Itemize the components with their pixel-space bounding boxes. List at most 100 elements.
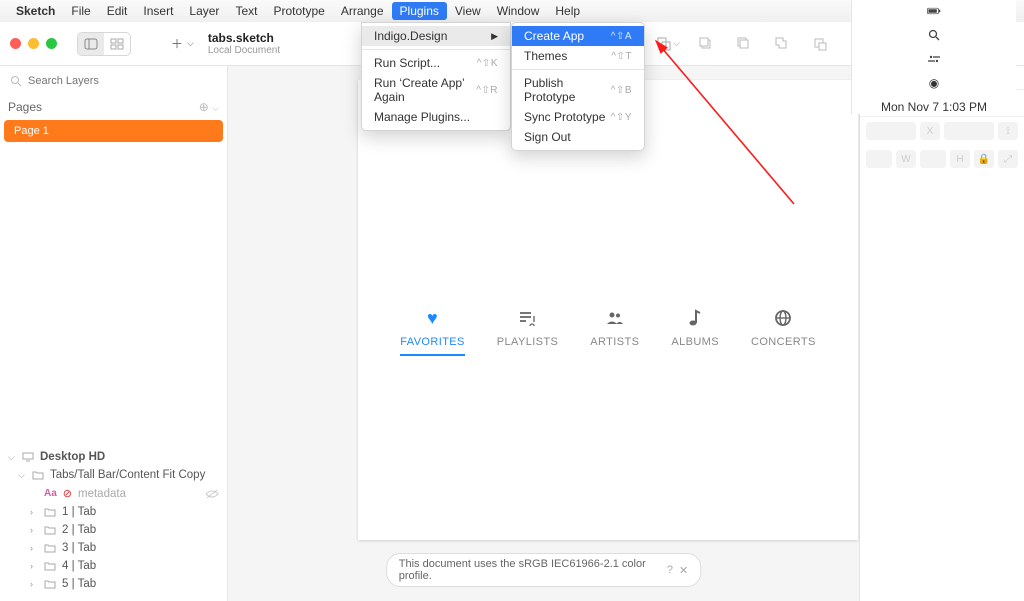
control-center-icon[interactable] [927, 52, 941, 66]
doc-subtitle-text: Local Document [208, 45, 280, 56]
plugin-item-indigo[interactable]: Indigo.Design ▶ [362, 26, 510, 46]
tree-artboard-root[interactable]: ⌵ Desktop HD [0, 448, 227, 466]
tab-artists[interactable]: ARTISTS [590, 308, 639, 356]
shortcut-text: ^⇧T [611, 51, 632, 62]
menu-view[interactable]: View [447, 2, 489, 20]
tab-albums[interactable]: ALBUMS [671, 308, 719, 356]
resize-icon[interactable]: ⤢ [998, 150, 1018, 168]
insert-button[interactable]: ＋ ⌵ [171, 35, 194, 52]
menu-edit[interactable]: Edit [99, 2, 136, 20]
expand-icon[interactable]: ⌵ [8, 452, 16, 463]
submenu-create-app[interactable]: Create App ^⇧A [512, 26, 644, 46]
doc-title-text: tabs.sketch [208, 31, 280, 45]
battery-icon[interactable] [927, 4, 941, 18]
tab-label: FAVORITES [400, 336, 465, 356]
collapse-pages-icon[interactable]: ⌵ [212, 103, 219, 113]
size-row: W H 🔒 ⤢ [860, 145, 1024, 173]
window-controls [10, 38, 57, 49]
folder-icon [44, 579, 56, 589]
app-name[interactable]: Sketch [16, 4, 55, 18]
menubar-clock[interactable]: Mon Nov 7 1:03 PM [881, 100, 987, 114]
menu-separator [512, 69, 644, 70]
menu-file[interactable]: File [63, 2, 98, 20]
expand-icon[interactable]: ⌵ [18, 470, 26, 481]
submenu-signout[interactable]: Sign Out [512, 127, 644, 147]
expand-icon[interactable]: › [30, 561, 38, 571]
plugin-item-runscript[interactable]: Run Script... ^⇧K [362, 53, 510, 73]
close-window-button[interactable] [10, 38, 21, 49]
search-icon [10, 75, 22, 87]
tree-tab-3[interactable]: ›3 | Tab [0, 539, 227, 557]
forward-icon[interactable] [694, 33, 718, 55]
lock-aspect-icon[interactable]: 🔒 [974, 150, 994, 168]
expand-icon[interactable]: › [30, 525, 38, 535]
submenu-themes[interactable]: Themes ^⇧T [512, 46, 644, 66]
layer-search[interactable] [6, 72, 221, 90]
tree-label: metadata [78, 488, 126, 500]
plugin-item-label: Indigo.Design [374, 29, 447, 43]
shortcut-text: ^⇧B [611, 85, 632, 96]
w-field[interactable] [866, 150, 892, 168]
plugin-item-label: Manage Plugins... [374, 110, 470, 124]
tab-playlists[interactable]: PLAYLISTS [497, 308, 558, 356]
plugin-item-runagain[interactable]: Run ‘Create App’ Again ^⇧R [362, 73, 510, 107]
add-page-icon[interactable]: ⊕ [199, 100, 209, 114]
close-banner-icon[interactable]: ✕ [679, 564, 688, 577]
tree-label: Desktop HD [40, 451, 105, 463]
boolean-tool[interactable]: ⌵ [656, 33, 680, 55]
menu-prototype[interactable]: Prototype [265, 2, 332, 20]
subtract-icon[interactable] [808, 33, 832, 55]
tree-group[interactable]: ⌵ Tabs/Tall Bar/Content Fit Copy [0, 466, 227, 484]
heart-icon: ♥ [427, 308, 438, 328]
tree-tab-1[interactable]: ›1 | Tab [0, 503, 227, 521]
expand-icon[interactable]: › [30, 543, 38, 553]
h-field[interactable] [920, 150, 946, 168]
y-field[interactable] [944, 122, 994, 140]
sidebar-components-toggle[interactable] [104, 33, 130, 55]
tab-concerts[interactable]: CONCERTS [751, 308, 816, 356]
menu-insert[interactable]: Insert [135, 2, 181, 20]
tree-tab-4[interactable]: ›4 | Tab [0, 557, 227, 575]
tree-tab-5[interactable]: ›5 | Tab [0, 575, 227, 593]
position-row: X ⟟ [860, 117, 1024, 145]
pin-icon[interactable]: ⟟ [998, 122, 1018, 140]
plugin-item-manage[interactable]: Manage Plugins... [362, 107, 510, 127]
inspector-panel: DESIGN PROTOTYPE ▏▮ ┼ ▮▕ ▔▮ ┿ ▮▁ ⋮ X ⟟ W… [859, 66, 1024, 601]
macos-menubar: Sketch File Edit Insert Layer Text Proto… [0, 0, 1024, 22]
tree-tab-2[interactable]: ›2 | Tab [0, 521, 227, 539]
expand-icon[interactable]: › [30, 579, 38, 589]
document-title-block[interactable]: tabs.sketch Local Document [208, 31, 280, 56]
globe-icon [774, 308, 792, 328]
siri-icon[interactable]: ◉ [927, 76, 941, 90]
x-field[interactable] [866, 122, 916, 140]
union-icon[interactable] [770, 33, 794, 55]
layer-search-input[interactable] [28, 75, 217, 87]
spotlight-icon[interactable] [927, 28, 941, 42]
menu-help[interactable]: Help [547, 2, 588, 20]
indigo-submenu: Create App ^⇧A Themes ^⇧T Publish Protot… [511, 22, 645, 151]
sidebar-layers-toggle[interactable] [78, 33, 104, 55]
submenu-item-label: Publish Prototype [524, 76, 611, 104]
plus-icon: ＋ [171, 35, 183, 52]
zoom-window-button[interactable] [46, 38, 57, 49]
color-profile-banner: This document uses the sRGB IEC61966-2.1… [386, 553, 702, 587]
tree-metadata[interactable]: Aa ⊘ metadata [0, 484, 227, 503]
submenu-sync[interactable]: Sync Prototype ^⇧Y [512, 107, 644, 127]
help-icon[interactable]: ? [667, 564, 673, 576]
visibility-icon[interactable] [205, 489, 219, 499]
menu-plugins[interactable]: Plugins [392, 2, 447, 20]
submenu-publish[interactable]: Publish Prototype ^⇧B [512, 73, 644, 107]
expand-icon[interactable]: › [30, 507, 38, 517]
menu-text[interactable]: Text [227, 2, 265, 20]
backward-icon[interactable] [732, 33, 756, 55]
menu-arrange[interactable]: Arrange [333, 2, 392, 20]
tree-label: Tabs/Tall Bar/Content Fit Copy [50, 469, 205, 481]
menu-layer[interactable]: Layer [181, 2, 227, 20]
text-layer-icon: Aa [44, 488, 57, 499]
menu-window[interactable]: Window [489, 2, 548, 20]
shortcut-text: ^⇧K [477, 58, 498, 69]
page-item-1[interactable]: Page 1 [4, 120, 223, 142]
minimize-window-button[interactable] [28, 38, 39, 49]
tab-favorites[interactable]: ♥ FAVORITES [400, 308, 465, 356]
menu-separator [362, 49, 510, 50]
